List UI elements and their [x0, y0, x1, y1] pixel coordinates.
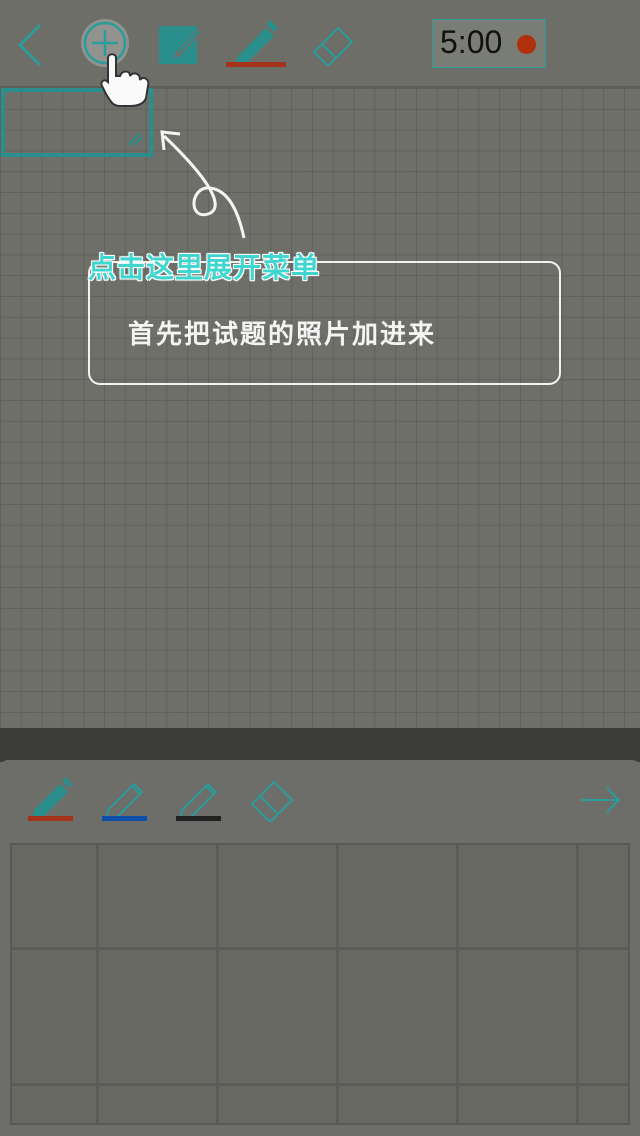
timer-text: 5:00	[440, 24, 503, 60]
grid-divider	[336, 845, 339, 1123]
thumbnail-grid[interactable]	[10, 843, 630, 1125]
pointing-hand-icon	[100, 53, 150, 107]
grid-divider	[216, 845, 219, 1123]
chevron-left-icon[interactable]	[14, 22, 46, 68]
edit-square-icon[interactable]	[158, 22, 204, 66]
arrow-right-icon[interactable]	[580, 786, 622, 814]
record-indicator-icon	[517, 35, 536, 54]
tutorial-message: 首先把试题的照片加进来	[128, 320, 437, 350]
resize-handle-icon[interactable]	[126, 131, 144, 147]
grid-divider	[12, 947, 628, 950]
grid-divider	[456, 845, 459, 1123]
drawing-canvas[interactable]	[0, 88, 640, 728]
timer-display[interactable]: 5:00	[432, 19, 546, 68]
pencil-black-icon[interactable]	[176, 778, 224, 824]
pencil-blue-icon[interactable]	[102, 778, 150, 824]
grid-divider	[576, 845, 579, 1123]
panel-shadow	[0, 728, 640, 762]
top-toolbar: 5:00	[0, 0, 640, 86]
eraser-icon[interactable]	[248, 778, 296, 822]
grid-divider	[12, 1083, 628, 1086]
pencil-icon[interactable]	[226, 20, 288, 70]
eraser-icon[interactable]	[308, 22, 356, 66]
tutorial-title: 点击这里展开菜单	[88, 251, 321, 284]
curved-arrow-icon	[160, 130, 246, 239]
pencil-red-icon[interactable]	[28, 778, 76, 824]
grid-divider	[96, 845, 99, 1123]
